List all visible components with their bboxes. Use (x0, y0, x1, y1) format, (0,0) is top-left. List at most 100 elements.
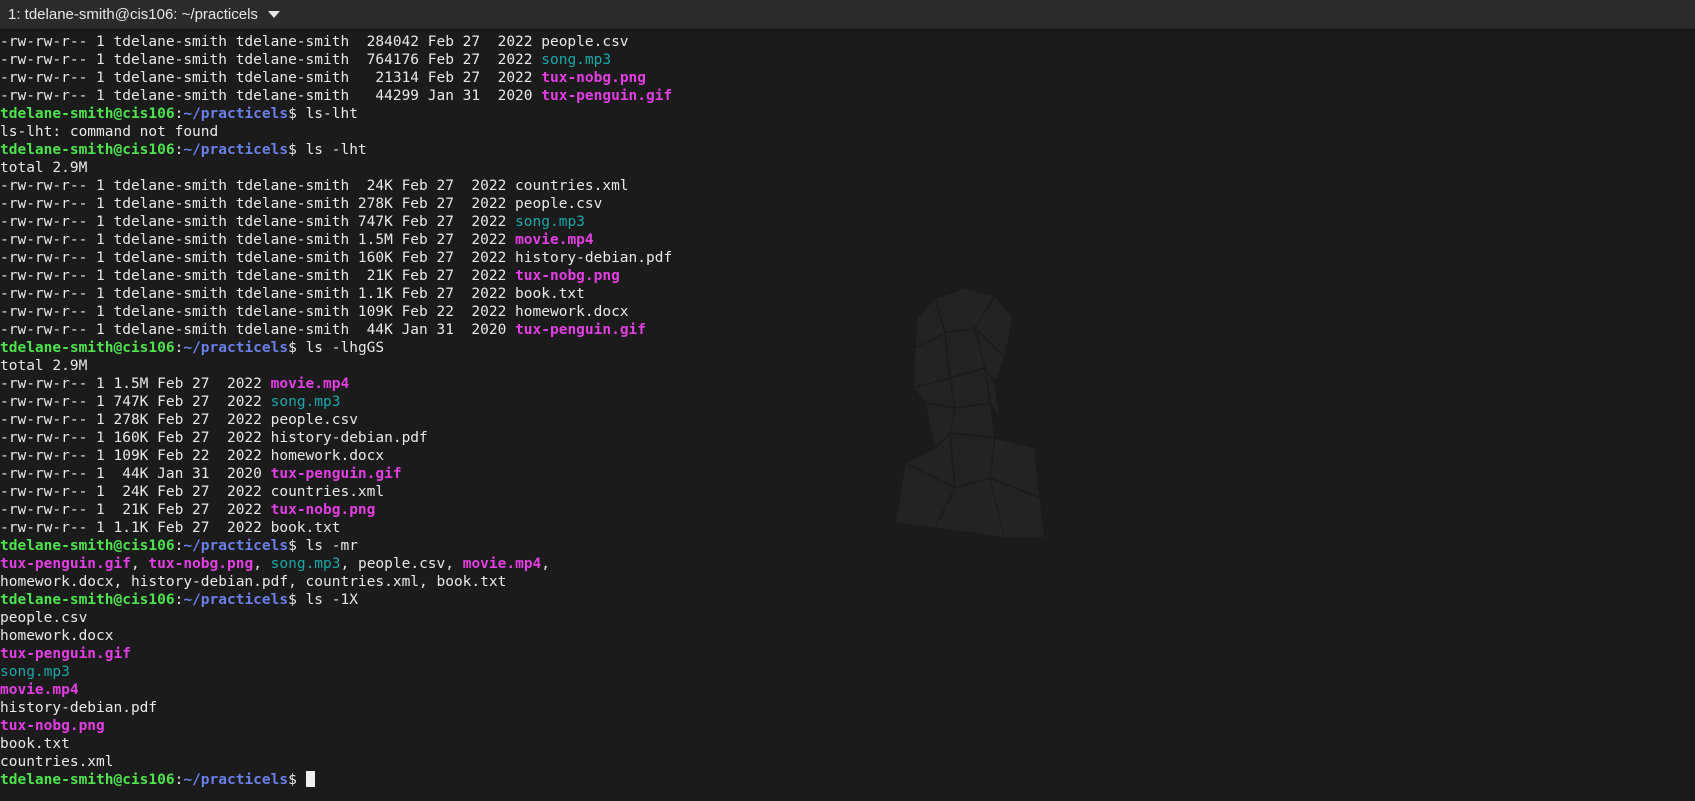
terminal-output[interactable]: -rw-rw-r-- 1 tdelane-smith tdelane-smith… (0, 33, 1695, 801)
terminal-line: -rw-rw-r-- 1 1.1K Feb 27 2022 book.txt (0, 519, 672, 537)
terminal-line: -rw-rw-r-- 1 21K Feb 27 2022 tux-nobg.pn… (0, 501, 672, 519)
terminal-line: song.mp3 (0, 663, 672, 681)
terminal-text: ~/practicels (183, 340, 289, 356)
terminal-line: -rw-rw-r-- 1 tdelane-smith tdelane-smith… (0, 195, 672, 213)
terminal-text: -rw-rw-r-- 1 21K Feb 27 2022 (0, 502, 271, 518)
terminal-text: countries.xml (0, 754, 114, 770)
terminal-line: tdelane-smith@cis106:~/practicels$ ls -l… (0, 141, 672, 159)
terminal-text: movie.mp4 (0, 682, 79, 698)
terminal-line: -rw-rw-r-- 1 109K Feb 22 2022 homework.d… (0, 447, 672, 465)
terminal-line: tdelane-smith@cis106:~/practicels$ ls -l… (0, 339, 672, 357)
terminal-text: tux-nobg.png (515, 268, 620, 284)
terminal-text: -rw-rw-r-- 1 tdelane-smith tdelane-smith… (0, 250, 673, 266)
terminal-line: -rw-rw-r-- 1 tdelane-smith tdelane-smith… (0, 87, 672, 105)
terminal-line: -rw-rw-r-- 1 tdelane-smith tdelane-smith… (0, 51, 672, 69)
terminal-text: tdelane-smith@cis106 (0, 772, 175, 788)
terminal-text: -rw-rw-r-- 1 24K Feb 27 2022 countries.x… (0, 484, 385, 500)
terminal-text: -rw-rw-r-- 1 160K Feb 27 2022 history-de… (0, 430, 428, 446)
terminal-text: , (541, 556, 551, 572)
terminal-line: tux-penguin.gif (0, 645, 672, 663)
terminal-line: -rw-rw-r-- 1 160K Feb 27 2022 history-de… (0, 429, 672, 447)
terminal-text: -rw-rw-r-- 1 tdelane-smith tdelane-smith… (0, 286, 585, 302)
terminal-text: tdelane-smith@cis106 (0, 538, 175, 554)
terminal-line: total 2.9M (0, 357, 672, 375)
terminal-line: book.txt (0, 735, 672, 753)
terminal-text: -rw-rw-r-- 1 1.1K Feb 27 2022 book.txt (0, 520, 341, 536)
terminal-line: tdelane-smith@cis106:~/practicels$ (0, 771, 672, 789)
terminal-text: tux-penguin.gif (515, 322, 647, 338)
terminal-line: tux-penguin.gif, tux-nobg.png, song.mp3,… (0, 555, 672, 573)
terminal-line: -rw-rw-r-- 1 44K Jan 31 2020 tux-penguin… (0, 465, 672, 483)
terminal-text: tdelane-smith@cis106 (0, 340, 175, 356)
terminal-line: history-debian.pdf (0, 699, 672, 717)
terminal-line: total 2.9M (0, 159, 672, 177)
terminal-text: tux-penguin.gif (0, 556, 131, 572)
tab-bar: 1: tdelane-smith@cis106: ~/practicels (0, 0, 1695, 30)
terminal-line: -rw-rw-r-- 1 tdelane-smith tdelane-smith… (0, 303, 672, 321)
terminal-text: tux-nobg.png (0, 718, 105, 734)
terminal-line: -rw-rw-r-- 1 tdelane-smith tdelane-smith… (0, 177, 672, 195)
terminal-text: $ ls -mr (288, 538, 358, 554)
terminal-line: ls-lht: command not found (0, 123, 672, 141)
terminal-text: -rw-rw-r-- 1 tdelane-smith tdelane-smith… (0, 268, 516, 284)
terminal-line: -rw-rw-r-- 1 tdelane-smith tdelane-smith… (0, 285, 672, 303)
terminal-text: -rw-rw-r-- 1 tdelane-smith tdelane-smith… (0, 304, 629, 320)
terminal-text: , (130, 556, 149, 572)
terminal-text: tux-nobg.png (270, 502, 376, 518)
terminal-text: tdelane-smith@cis106 (0, 592, 175, 608)
terminal-lines: -rw-rw-r-- 1 tdelane-smith tdelane-smith… (0, 33, 672, 789)
terminal-text: -rw-rw-r-- 1 tdelane-smith tdelane-smith… (0, 34, 629, 50)
terminal-text: -rw-rw-r-- 1 tdelane-smith tdelane-smith… (0, 322, 516, 338)
terminal-text: ~/practicels (183, 538, 289, 554)
terminal-text: song.mp3 (270, 394, 341, 410)
terminal-text: -rw-rw-r-- 1 tdelane-smith tdelane-smith… (0, 88, 542, 104)
terminal-text: homework.docx, history-debian.pdf, count… (0, 574, 507, 590)
terminal-text: movie.mp4 (515, 232, 594, 248)
terminal-text: song.mp3 (0, 664, 70, 680)
terminal-text: -rw-rw-r-- 1 109K Feb 22 2022 homework.d… (0, 448, 385, 464)
chevron-down-icon[interactable] (267, 11, 280, 18)
tab-title: 1: tdelane-smith@cis106: ~/practicels (8, 6, 258, 23)
terminal-text: tux-penguin.gif (541, 88, 673, 104)
terminal-text: history-debian.pdf (0, 700, 158, 716)
terminal-text: movie.mp4 (462, 556, 542, 572)
terminal-text: tux-penguin.gif (270, 466, 402, 482)
terminal-text: $ ls -1X (288, 592, 358, 608)
terminal-line: movie.mp4 (0, 681, 672, 699)
terminal-tab[interactable]: 1: tdelane-smith@cis106: ~/practicels (8, 0, 280, 29)
terminal-line: -rw-rw-r-- 1 tdelane-smith tdelane-smith… (0, 249, 672, 267)
terminal-text: -rw-rw-r-- 1 tdelane-smith tdelane-smith… (0, 178, 629, 194)
lowpoly-head-watermark-icon (895, 288, 1046, 538)
terminal-text: , (253, 556, 271, 572)
text-cursor (305, 771, 315, 787)
terminal-text: -rw-rw-r-- 1 278K Feb 27 2022 people.csv (0, 412, 358, 428)
terminal-text: people.csv (0, 610, 88, 626)
terminal-text: , people.csv, (340, 556, 463, 572)
terminal-text: tux-nobg.png (541, 70, 647, 86)
terminal-text: song.mp3 (515, 214, 585, 230)
terminal-line: tdelane-smith@cis106:~/practicels$ ls -1… (0, 591, 672, 609)
terminal-line: tux-nobg.png (0, 717, 672, 735)
terminal-line: people.csv (0, 609, 672, 627)
terminal-text: -rw-rw-r-- 1 44K Jan 31 2020 (0, 466, 271, 482)
terminal-text: movie.mp4 (270, 376, 350, 392)
terminal-line: -rw-rw-r-- 1 tdelane-smith tdelane-smith… (0, 267, 672, 285)
terminal-text: -rw-rw-r-- 1 747K Feb 27 2022 (0, 394, 271, 410)
terminal-line: homework.docx, history-debian.pdf, count… (0, 573, 672, 591)
terminal-text: tux-nobg.png (148, 556, 254, 572)
terminal-text: tdelane-smith@cis106 (0, 142, 175, 158)
terminal-line: -rw-rw-r-- 1 24K Feb 27 2022 countries.x… (0, 483, 672, 501)
terminal-line: countries.xml (0, 753, 672, 771)
terminal-line: -rw-rw-r-- 1 278K Feb 27 2022 people.csv (0, 411, 672, 429)
terminal-line: tdelane-smith@cis106:~/practicels$ ls -m… (0, 537, 672, 555)
terminal-text: $ (288, 772, 306, 788)
terminal-line: -rw-rw-r-- 1 747K Feb 27 2022 song.mp3 (0, 393, 672, 411)
terminal-text: $ ls-lht (288, 106, 358, 122)
terminal-line: homework.docx (0, 627, 672, 645)
terminal-text: ~/practicels (183, 772, 289, 788)
terminal-text: -rw-rw-r-- 1 tdelane-smith tdelane-smith… (0, 232, 516, 248)
terminal-text: song.mp3 (541, 52, 612, 68)
terminal-text: tdelane-smith@cis106 (0, 106, 175, 122)
terminal-text: $ ls -lht (288, 142, 367, 158)
terminal-text: tux-penguin.gif (0, 646, 131, 662)
